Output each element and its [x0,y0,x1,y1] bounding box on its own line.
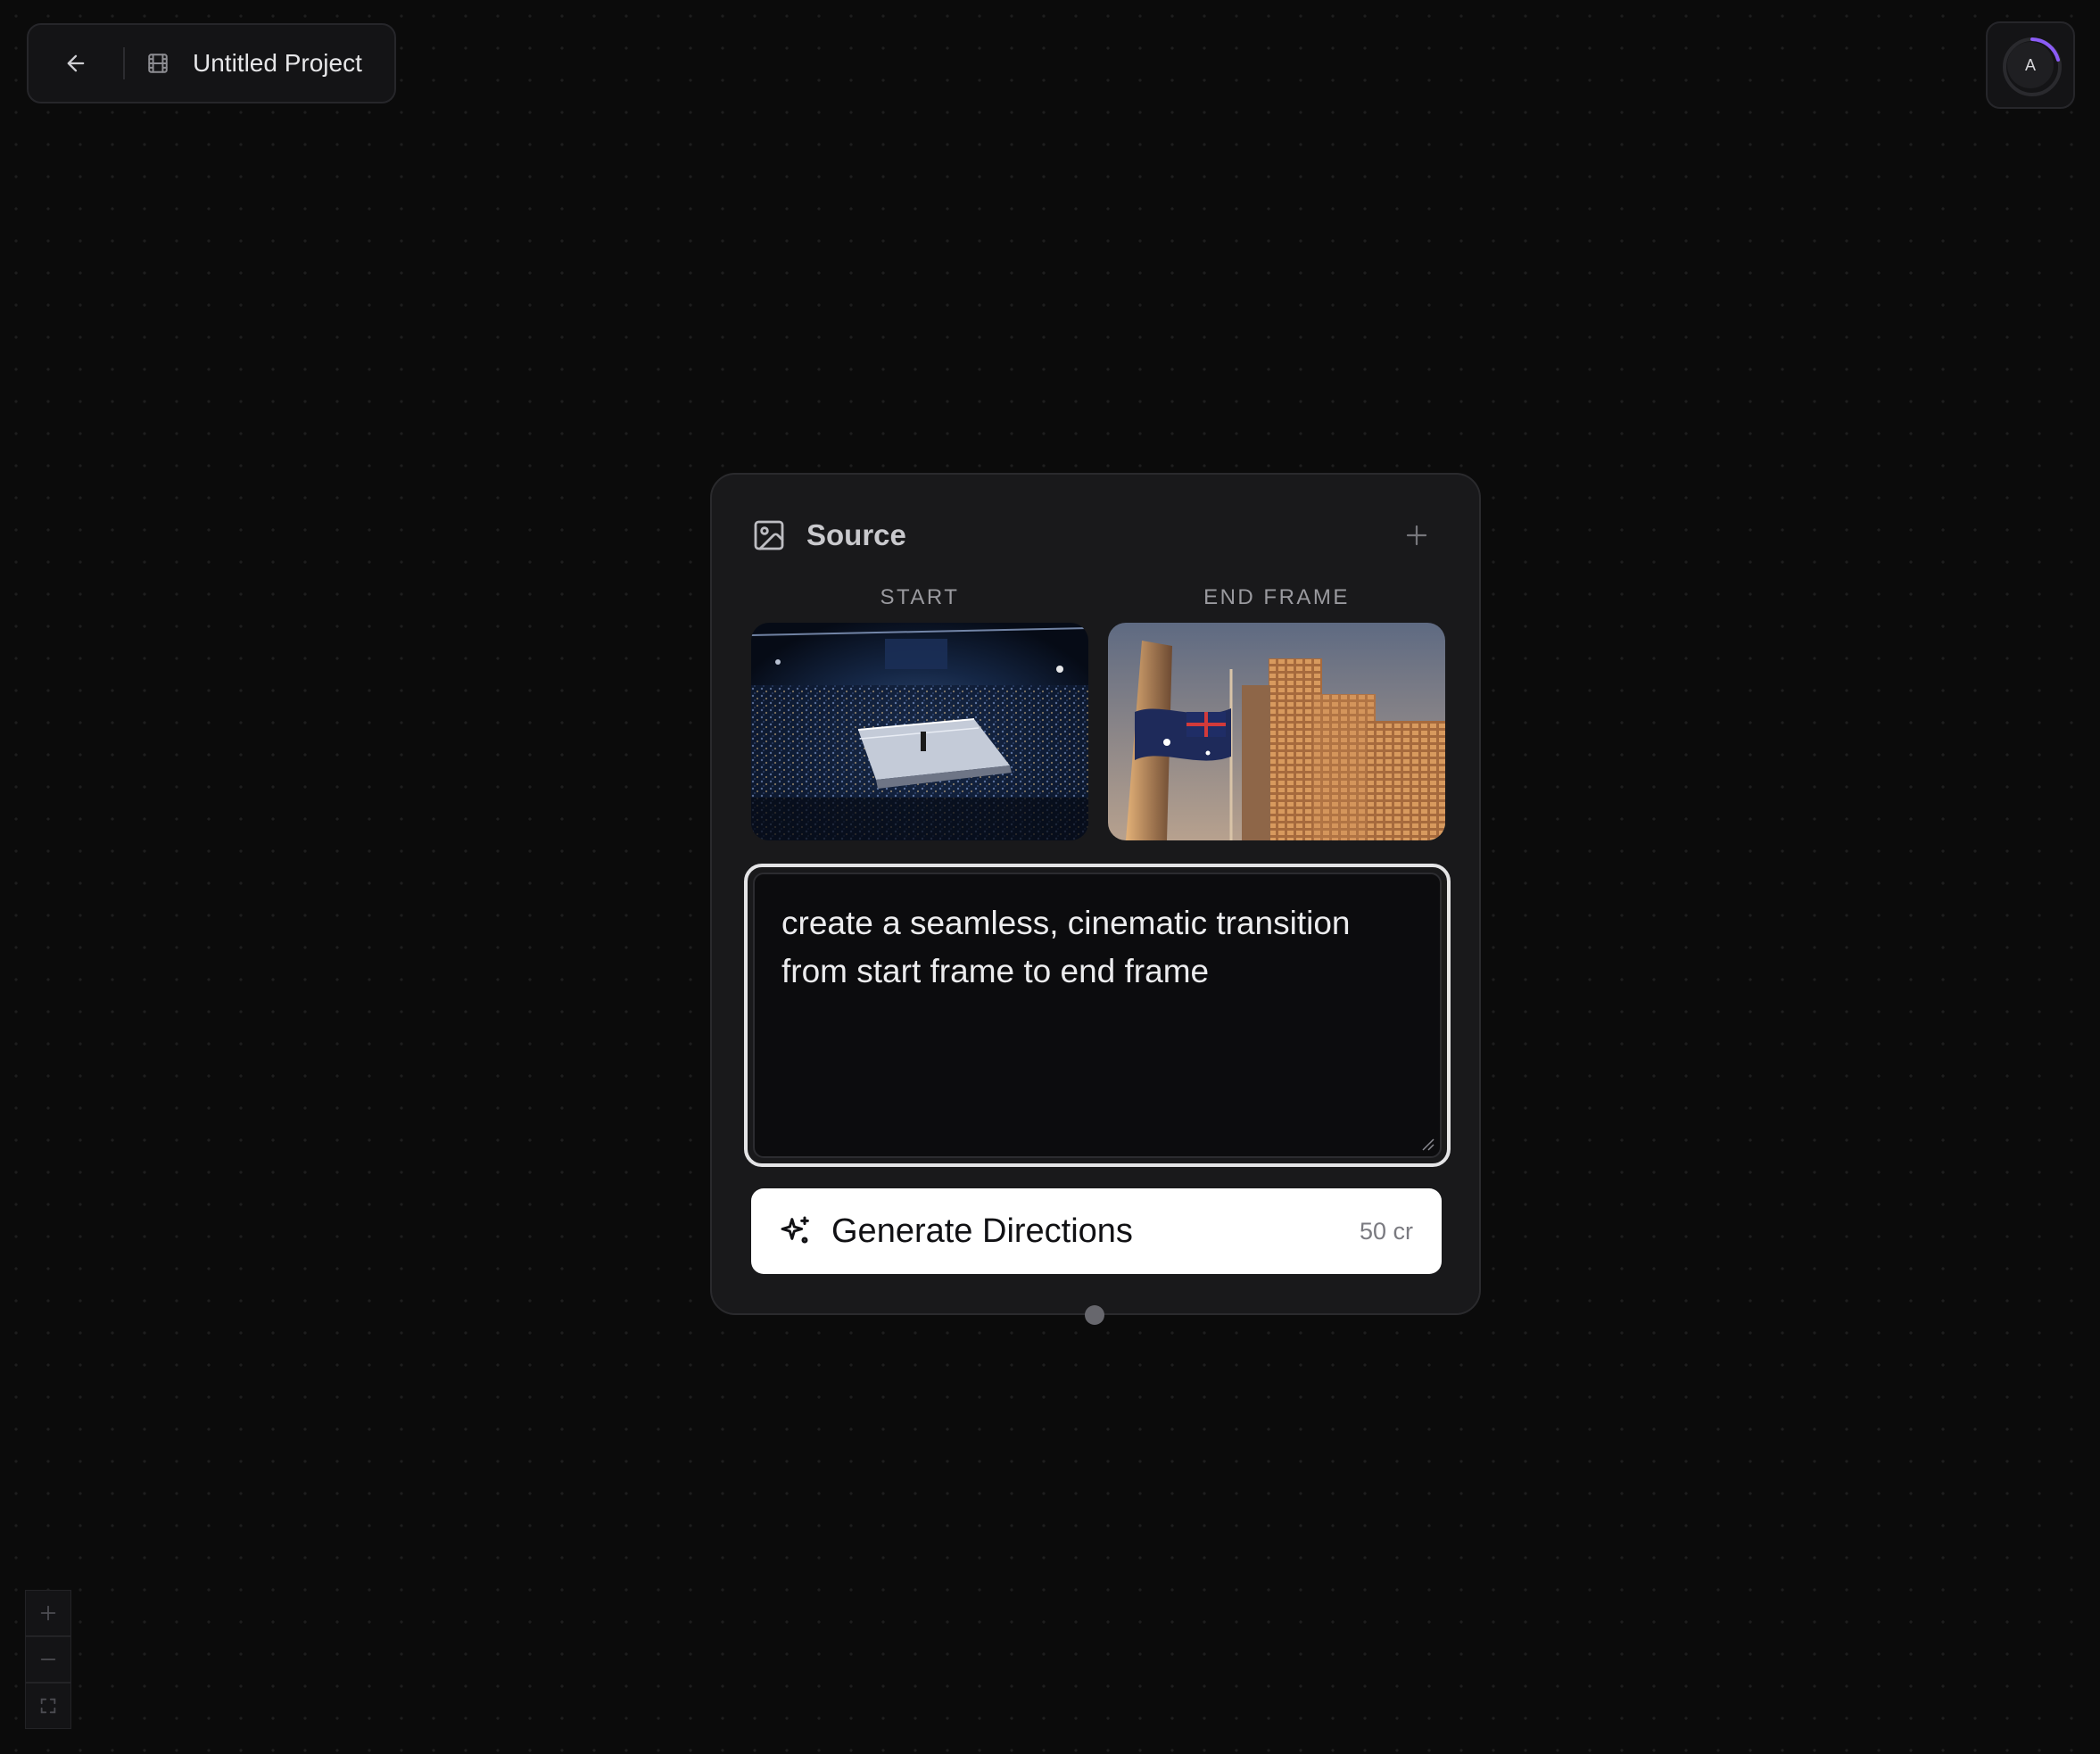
source-node-title: Source [806,518,906,551]
plus-icon [40,1605,56,1621]
arrow-left-icon [67,54,85,72]
avatar: A [2007,42,2054,88]
zoom-out-button[interactable] [25,1636,71,1683]
film-icon [146,51,171,76]
credit-cost: 50 cr [1359,1217,1413,1245]
fullscreen-icon [40,1698,56,1714]
zoom-controls [25,1590,71,1729]
source-node-header: Source [751,516,1440,555]
start-frame-image[interactable] [751,623,1088,840]
back-button[interactable] [29,25,123,102]
generate-directions-button[interactable]: Generate Directions 50 cr [751,1188,1442,1274]
start-frame-label: START [880,585,960,609]
prompt-textarea-content[interactable]: create a seamless, cinematic transition … [753,873,1442,1158]
generate-directions-label: Generate Directions [831,1212,1133,1250]
node-output-handle[interactable] [1085,1305,1104,1325]
zoom-in-button[interactable] [25,1590,71,1636]
resize-handle-icon[interactable] [1420,1137,1434,1151]
plus-icon [1406,525,1427,546]
project-toolbar: Untitled Project [27,23,396,103]
end-frame-label: END FRAME [1203,585,1350,609]
minus-icon [40,1659,56,1660]
prompt-text: create a seamless, cinematic transition … [781,905,1351,989]
image-icon [754,520,784,550]
prompt-textarea[interactable]: create a seamless, cinematic transition … [744,864,1451,1167]
end-frame-image[interactable] [1108,623,1445,840]
project-title[interactable]: Untitled Project [193,49,362,78]
fit-view-button[interactable] [25,1683,71,1729]
toolbar-divider [123,47,125,79]
sparkles-icon [781,1216,809,1244]
source-node-card[interactable]: Source START END FRAME create a seamless… [710,473,1481,1315]
add-source-button[interactable] [1399,517,1434,553]
account-button[interactable]: A [1986,21,2075,109]
